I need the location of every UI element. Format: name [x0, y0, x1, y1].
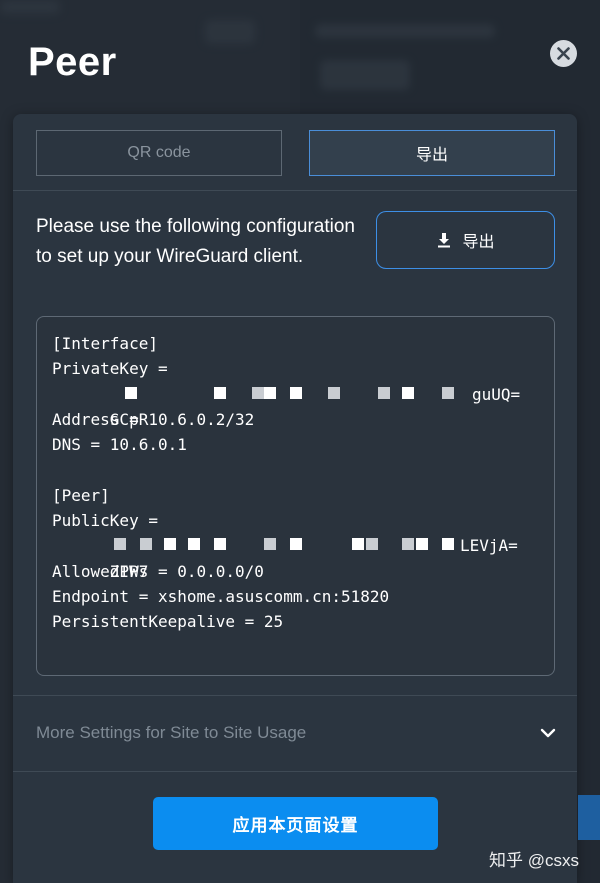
apply-settings-button[interactable]: 应用本页面设置	[153, 797, 438, 850]
redaction-block	[352, 538, 364, 551]
config-line: AllowedIPs = 0.0.0.0/0	[52, 561, 264, 581]
redaction-block	[402, 538, 414, 551]
divider	[13, 190, 577, 191]
redaction-block	[264, 538, 276, 551]
export-button-label: 导出	[462, 234, 495, 251]
redaction-block	[125, 386, 137, 399]
config-line: Address = 10.6.0.2/32	[52, 409, 255, 429]
export-button[interactable]: 导出	[376, 211, 555, 269]
close-icon	[557, 47, 570, 60]
redaction-block	[264, 386, 276, 399]
config-line: [Peer]	[52, 485, 110, 505]
background-edge-button	[578, 795, 600, 840]
redaction-block	[290, 538, 302, 551]
tab-bar: QR code 导出	[36, 130, 555, 176]
config-textarea[interactable]: [Interface] PrivateKey = GCpR guUQ= Addr…	[36, 316, 555, 676]
public-key-end: LEVjA=	[460, 536, 518, 556]
config-line: [Interface]	[52, 334, 158, 353]
private-key-end: guUQ=	[472, 384, 521, 404]
watermark: 知乎 @csxs	[489, 851, 579, 870]
redaction-block	[402, 386, 414, 399]
more-settings-expander[interactable]: More Settings for Site to Site Usage	[13, 696, 577, 771]
redaction-block	[164, 538, 176, 551]
divider	[13, 771, 577, 772]
dialog-title: Peer	[28, 40, 117, 84]
config-line: PersistentKeepalive = 25	[52, 612, 284, 632]
chevron-down-icon	[540, 728, 556, 738]
redaction-block	[188, 538, 200, 551]
tab-export[interactable]: 导出	[309, 130, 555, 176]
more-settings-label: More Settings for Site to Site Usage	[36, 723, 307, 742]
close-button[interactable]	[550, 40, 577, 67]
redaction-block	[252, 386, 264, 399]
redaction-block	[328, 386, 340, 399]
redaction-block	[416, 538, 428, 551]
instruction-text: Please use the following configuration t…	[36, 216, 355, 267]
redaction-block	[442, 538, 454, 551]
redaction-block	[290, 386, 302, 399]
config-line	[52, 457, 539, 482]
redaction-block	[140, 538, 152, 551]
redaction-block	[214, 538, 226, 551]
peer-dialog-panel: QR code 导出 Please use the following conf…	[13, 114, 577, 883]
redaction-block	[378, 386, 390, 399]
redaction-block	[114, 538, 126, 551]
config-line: DNS = 10.6.0.1	[52, 435, 187, 455]
download-icon	[438, 233, 451, 248]
redaction-block	[366, 538, 378, 551]
config-line-private-key: GCpR guUQ=	[52, 382, 539, 429]
config-line: Endpoint = xshome.asuscomm.cn:51820	[52, 586, 390, 606]
redaction-block	[214, 386, 226, 399]
config-line-public-key: ZPW7 LEVjA=	[52, 533, 539, 580]
tab-qr-code[interactable]: QR code	[36, 130, 282, 176]
config-line: PrivateKey =	[52, 359, 168, 379]
config-line: PublicKey =	[52, 511, 158, 531]
redaction-block	[442, 386, 454, 399]
